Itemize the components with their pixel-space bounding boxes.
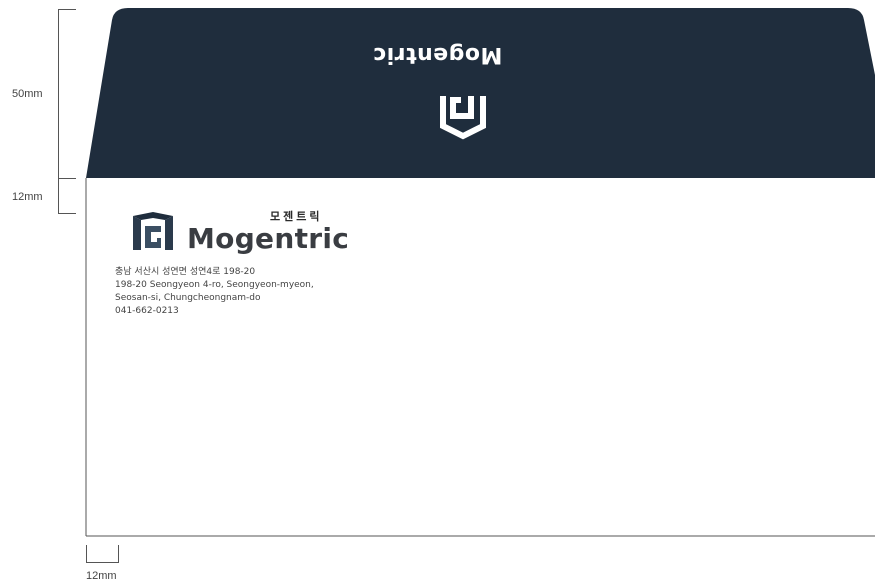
dim-top-margin-label: 12mm	[12, 191, 43, 203]
dim-flap-tick-top	[58, 9, 76, 10]
dim-flap-tick-bottom	[58, 178, 76, 179]
address-line: Seosan-si, Chungcheongnam-do	[115, 293, 261, 303]
dim-flap-vertical	[58, 9, 59, 178]
dim-top-margin-vertical	[58, 178, 59, 213]
address-line: 충남 서산시 성연면 성연4로 198-20	[115, 267, 256, 277]
dim-flap-height-label: 50mm	[12, 88, 43, 100]
flap-brand-text: Mogentric	[372, 42, 503, 67]
address-block: 충남 서산시 성연면 성연4로 198-20 198-20 Seongyeon …	[115, 266, 314, 318]
dim-top-margin-tick	[58, 213, 76, 214]
dim-left-margin-tick-right	[118, 545, 119, 563]
address-line: 198-20 Seongyeon 4-ro, Seongyeon-myeon,	[115, 280, 314, 290]
dim-left-margin-tick-left	[86, 545, 87, 563]
mogentric-logo-icon	[440, 96, 486, 140]
brand-wordmark: Mogentric	[187, 222, 350, 255]
dim-left-margin-label: 12mm	[86, 570, 117, 582]
dim-left-margin-horizontal	[86, 562, 119, 563]
mogentric-logo-icon	[133, 212, 173, 250]
phone-number: 041-662-0213	[115, 306, 179, 316]
